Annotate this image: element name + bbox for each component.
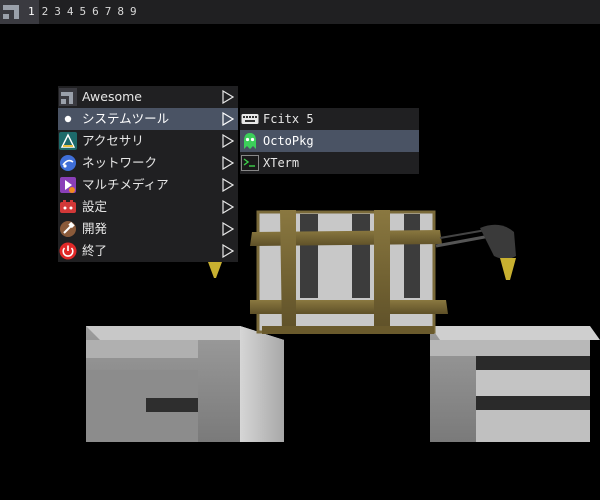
menu-item-system-tools[interactable]: システムツール [58, 108, 238, 130]
awesome-icon [59, 88, 77, 106]
bullet-icon [59, 110, 77, 128]
main-menu: Awesome システムツール アクセサリ ネットワーク マルチメディア 設定 … [58, 86, 238, 262]
tag-8[interactable]: 8 [114, 0, 127, 24]
submenu-item-xterm[interactable]: XTerm [240, 152, 419, 174]
multimedia-icon [59, 176, 77, 194]
submenu-arrow-icon [222, 156, 234, 170]
submenu-arrow-icon [222, 200, 234, 214]
accessories-icon [59, 132, 77, 150]
menu-item-settings[interactable]: 設定 [58, 196, 238, 218]
submenu-item-octopkg[interactable]: OctoPkg [240, 130, 419, 152]
menu-item-label: Awesome [82, 89, 142, 104]
tag-7[interactable]: 7 [102, 0, 115, 24]
octopkg-icon [241, 132, 259, 150]
submenu-arrow-icon [222, 112, 234, 126]
menu-item-label: システムツール [82, 111, 170, 126]
menu-item-label: 設定 [82, 199, 108, 214]
tag-1[interactable]: 1 [24, 0, 39, 24]
menu-item-network[interactable]: ネットワーク [58, 152, 238, 174]
development-icon [59, 220, 77, 238]
menu-item-quit[interactable]: 終了 [58, 240, 238, 262]
submenu-arrow-icon [222, 90, 234, 104]
menu-item-awesome[interactable]: Awesome [58, 86, 238, 108]
keyboard-icon [241, 110, 259, 128]
tag-4[interactable]: 4 [64, 0, 77, 24]
menu-item-multimedia[interactable]: マルチメディア [58, 174, 238, 196]
awesome-logo-icon [0, 0, 24, 24]
system-tools-submenu: Fcitx 5 OctoPkg XTerm [240, 108, 419, 174]
settings-icon [59, 198, 77, 216]
submenu-item-label: Fcitx 5 [263, 112, 314, 126]
terminal-icon [241, 154, 259, 172]
submenu-arrow-icon [222, 134, 234, 148]
menu-item-label: ネットワーク [82, 155, 158, 170]
submenu-arrow-icon [222, 222, 234, 236]
tag-9[interactable]: 9 [127, 0, 140, 24]
network-icon [59, 154, 77, 172]
right-3d-letter [430, 326, 600, 442]
submenu-item-fcitx5[interactable]: Fcitx 5 [240, 108, 419, 130]
menu-item-label: 終了 [82, 243, 108, 258]
top-wibar: 1 2 3 4 5 6 7 8 9 [0, 0, 600, 24]
menu-item-accessories[interactable]: アクセサリ [58, 130, 238, 152]
taglist: 1 2 3 4 5 6 7 8 9 [24, 0, 140, 24]
submenu-item-label: XTerm [263, 156, 300, 170]
menu-item-development[interactable]: 開発 [58, 218, 238, 240]
submenu-item-label: OctoPkg [263, 134, 314, 148]
tag-6[interactable]: 6 [89, 0, 102, 24]
menu-item-label: アクセサリ [82, 133, 144, 148]
tag-2[interactable]: 2 [39, 0, 52, 24]
power-icon [59, 242, 77, 260]
submenu-arrow-icon [222, 178, 234, 192]
left-3d-letter [86, 326, 284, 442]
tag-3[interactable]: 3 [51, 0, 64, 24]
wooden-crate [250, 210, 448, 334]
tag-5[interactable]: 5 [77, 0, 90, 24]
awesome-launcher-button[interactable] [0, 0, 24, 24]
menu-item-label: 開発 [82, 221, 108, 236]
menu-item-label: マルチメディア [82, 177, 169, 192]
submenu-arrow-icon [222, 244, 234, 258]
